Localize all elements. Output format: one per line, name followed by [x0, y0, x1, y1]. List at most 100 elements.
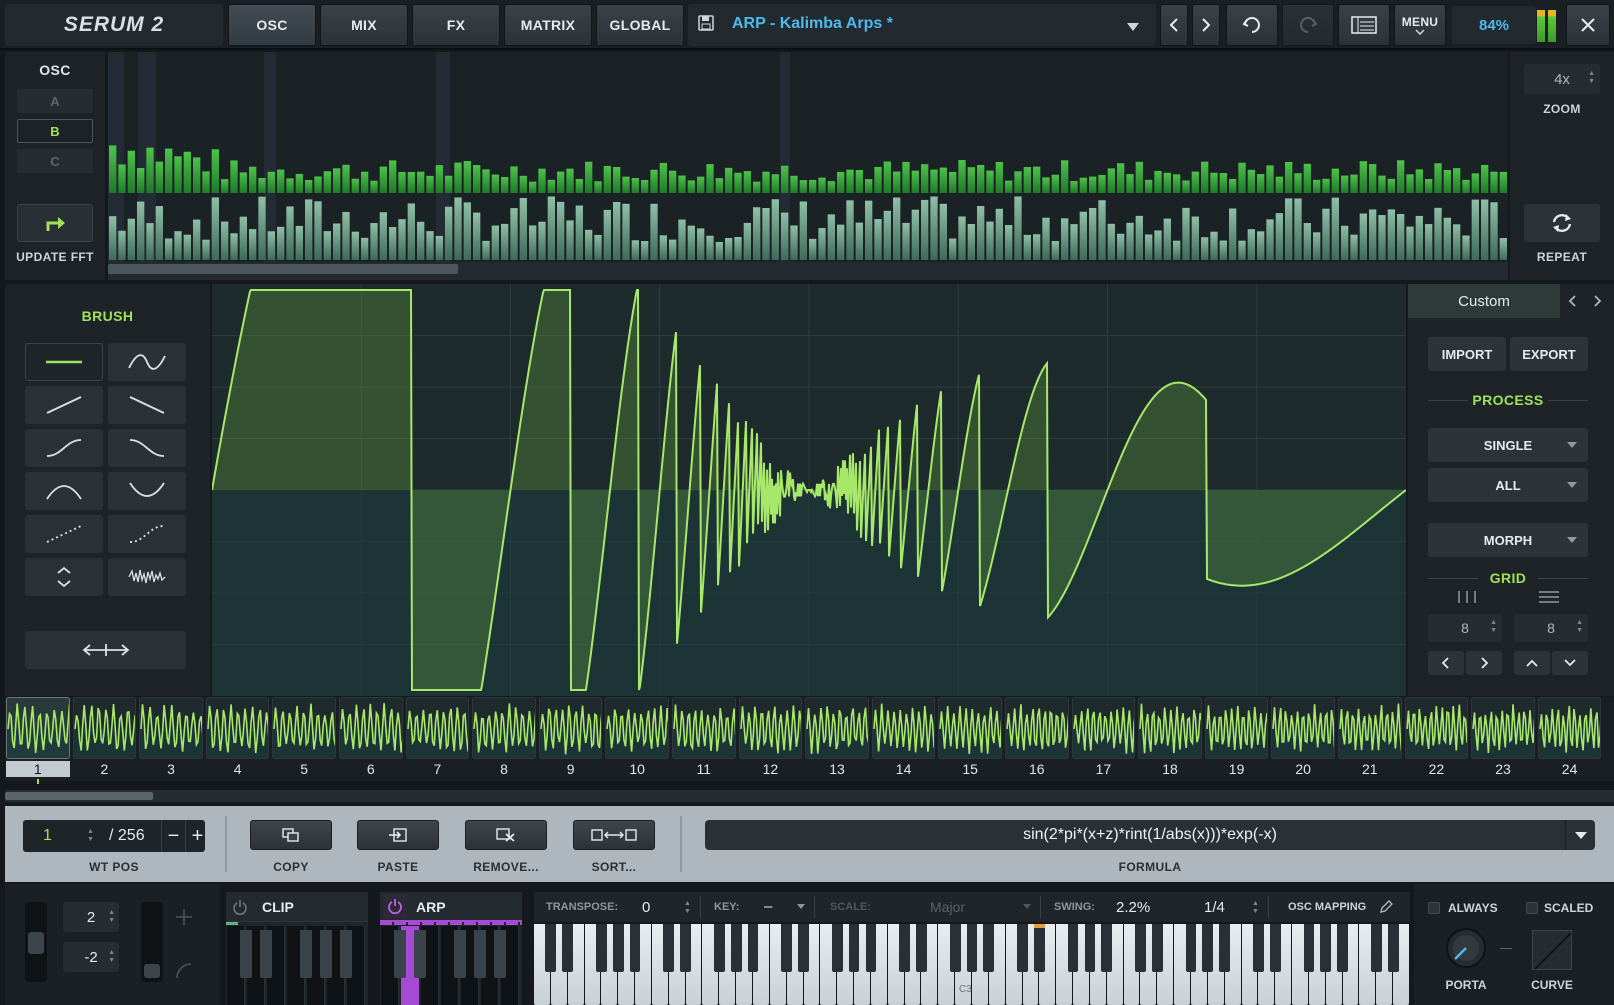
piano-black-key[interactable] [1017, 924, 1028, 972]
piano-black-key[interactable] [730, 924, 742, 972]
tab-fx[interactable]: FX [412, 4, 500, 46]
wt-pos-plus-button[interactable]: + [185, 820, 209, 852]
morph-dropdown[interactable]: MORPH [1428, 523, 1588, 557]
touch-curve-icon[interactable] [175, 962, 193, 983]
osc-c-button[interactable]: C [17, 149, 93, 173]
scrollbar-thumb[interactable] [5, 792, 153, 800]
sort-button[interactable] [573, 820, 655, 850]
wavetable-frame[interactable]: 6 [339, 697, 403, 781]
wavetable-frame[interactable]: 19 [1204, 697, 1269, 781]
pitch-up-spinner-icon[interactable]: ▲ ▼ [108, 909, 115, 925]
wavetable-frame[interactable]: 3 [139, 697, 203, 781]
wavetable-frame[interactable]: 22 [1404, 697, 1469, 781]
wavetable-frame[interactable]: 11 [672, 697, 736, 781]
wavetable-frame[interactable]: 10 [605, 697, 669, 781]
piano-black-key[interactable] [1370, 924, 1382, 972]
piano-black-key[interactable] [545, 924, 557, 972]
formula-input[interactable]: sin(2*pi*(x+z)*rint(1/abs(x)))*exp(-x) [705, 820, 1595, 850]
piano-black-key[interactable] [595, 924, 607, 972]
wavetable-frame[interactable]: 23 [1471, 697, 1535, 781]
piano-black-key[interactable] [798, 924, 809, 972]
tab-osc[interactable]: OSC [228, 4, 316, 46]
wavetable-frame[interactable]: 5 [272, 697, 336, 781]
brush-s-curve-up-button[interactable] [25, 429, 103, 467]
piano-black-key[interactable] [899, 924, 910, 972]
piano-black-key[interactable] [949, 924, 961, 972]
brush-arc-down-button[interactable] [108, 472, 186, 510]
arp-label[interactable]: ARP [416, 899, 446, 915]
custom-next-button[interactable] [1592, 294, 1602, 311]
brush-arc-up-button[interactable] [25, 472, 103, 510]
piano-black-key[interactable] [1151, 924, 1163, 972]
wt-pos-spinner-icon[interactable]: ▲ ▼ [87, 828, 94, 844]
custom-prev-button[interactable] [1568, 294, 1578, 311]
update-fft-button[interactable] [17, 204, 93, 242]
swing-rate-value[interactable]: 1/4 [1204, 899, 1225, 916]
copy-button[interactable] [250, 820, 332, 850]
pitch-down-range[interactable]: -2 ▲ ▼ [63, 942, 119, 972]
grid-x-input[interactable]: 8 ▲ ▼ [1428, 614, 1502, 642]
piano-black-key[interactable] [1202, 924, 1214, 972]
preset-name[interactable]: ARP - Kalimba Arps * [732, 15, 893, 33]
remove-button[interactable] [465, 820, 547, 850]
pencil-icon[interactable] [1378, 899, 1394, 915]
piano-black-key[interactable] [1135, 924, 1146, 972]
waveform-editor[interactable] [211, 284, 1407, 696]
preset-dropdown-icon[interactable] [1126, 20, 1140, 35]
tab-global[interactable]: GLOBAL [596, 4, 684, 46]
piano-black-key[interactable] [1387, 924, 1399, 972]
transpose-spinner-icon[interactable]: ▲ ▼ [684, 900, 691, 916]
wavetable-frame[interactable]: 4 [205, 697, 270, 781]
brush-ramp-up-button[interactable] [25, 386, 103, 424]
wavetable-frame[interactable]: 7 [405, 697, 470, 781]
formula-text[interactable]: sin(2*pi*(x+z)*rint(1/abs(x)))*exp(-x) [1023, 826, 1277, 844]
wavetable-frame[interactable]: 17 [1071, 697, 1136, 781]
menu-button[interactable]: MENU [1394, 4, 1446, 46]
piano-black-key[interactable] [983, 924, 995, 972]
wavetable-frame[interactable]: 2 [72, 697, 137, 781]
wavetable-frame[interactable]: 12 [738, 697, 803, 781]
wavetable-frame[interactable]: 21 [1338, 697, 1402, 781]
wt-pos-minus-button[interactable]: − [161, 820, 185, 852]
scaled-checkbox[interactable] [1526, 902, 1538, 914]
piano-black-key[interactable] [663, 924, 675, 972]
keyboard[interactable] [534, 924, 1410, 1005]
piano-black-key[interactable] [680, 924, 691, 972]
export-button[interactable]: EXPORT [1510, 337, 1588, 371]
all-dropdown[interactable]: ALL [1428, 468, 1588, 502]
osc-a-button[interactable]: A [17, 89, 93, 113]
brush-s-curve-down-button[interactable] [108, 429, 186, 467]
shift-up-button[interactable] [1514, 651, 1550, 675]
single-dropdown[interactable]: SINGLE [1428, 428, 1588, 462]
prev-preset-button[interactable] [1160, 4, 1188, 46]
zoom-selector[interactable]: 4x ▲ ▼ [1524, 64, 1600, 94]
pitch-up-range[interactable]: 2 ▲ ▼ [63, 902, 119, 932]
key-value[interactable]: – [764, 898, 772, 915]
brush-dotted-curve-button[interactable] [108, 515, 186, 553]
fft-spectrum[interactable] [108, 52, 1508, 280]
pitch-down-spinner-icon[interactable]: ▲ ▼ [108, 949, 115, 965]
porta-knob[interactable] [1444, 926, 1488, 970]
wavetable-frame[interactable]: 8 [472, 697, 536, 781]
piano-black-key[interactable] [1303, 924, 1315, 972]
transpose-value[interactable]: 0 [642, 899, 650, 916]
osc-mapping-button[interactable]: OSC MAPPING [1288, 901, 1366, 913]
brush-expand-button[interactable] [25, 558, 103, 596]
next-preset-button[interactable] [1192, 4, 1220, 46]
save-icon[interactable] [698, 15, 714, 31]
wavetable-frame[interactable]: 20 [1271, 697, 1335, 781]
piano-black-key[interactable] [1033, 924, 1045, 972]
piano-black-key[interactable] [781, 924, 793, 972]
piano-black-key[interactable] [1269, 924, 1281, 972]
grid-y-input[interactable]: 8 ▲ ▼ [1514, 614, 1588, 642]
tab-mix[interactable]: MIX [320, 4, 408, 46]
clip-power-button[interactable] [232, 899, 248, 918]
wavetable-frame[interactable]: 1 [6, 697, 70, 784]
piano-black-key[interactable] [831, 924, 843, 972]
shift-right-button[interactable] [1466, 651, 1502, 675]
brush-ramp-down-button[interactable] [108, 386, 186, 424]
tab-matrix[interactable]: MATRIX [504, 4, 592, 46]
wavetable-frame[interactable]: 15 [938, 697, 1002, 781]
move-icon[interactable] [175, 908, 193, 929]
piano-black-key[interactable] [1252, 924, 1264, 972]
